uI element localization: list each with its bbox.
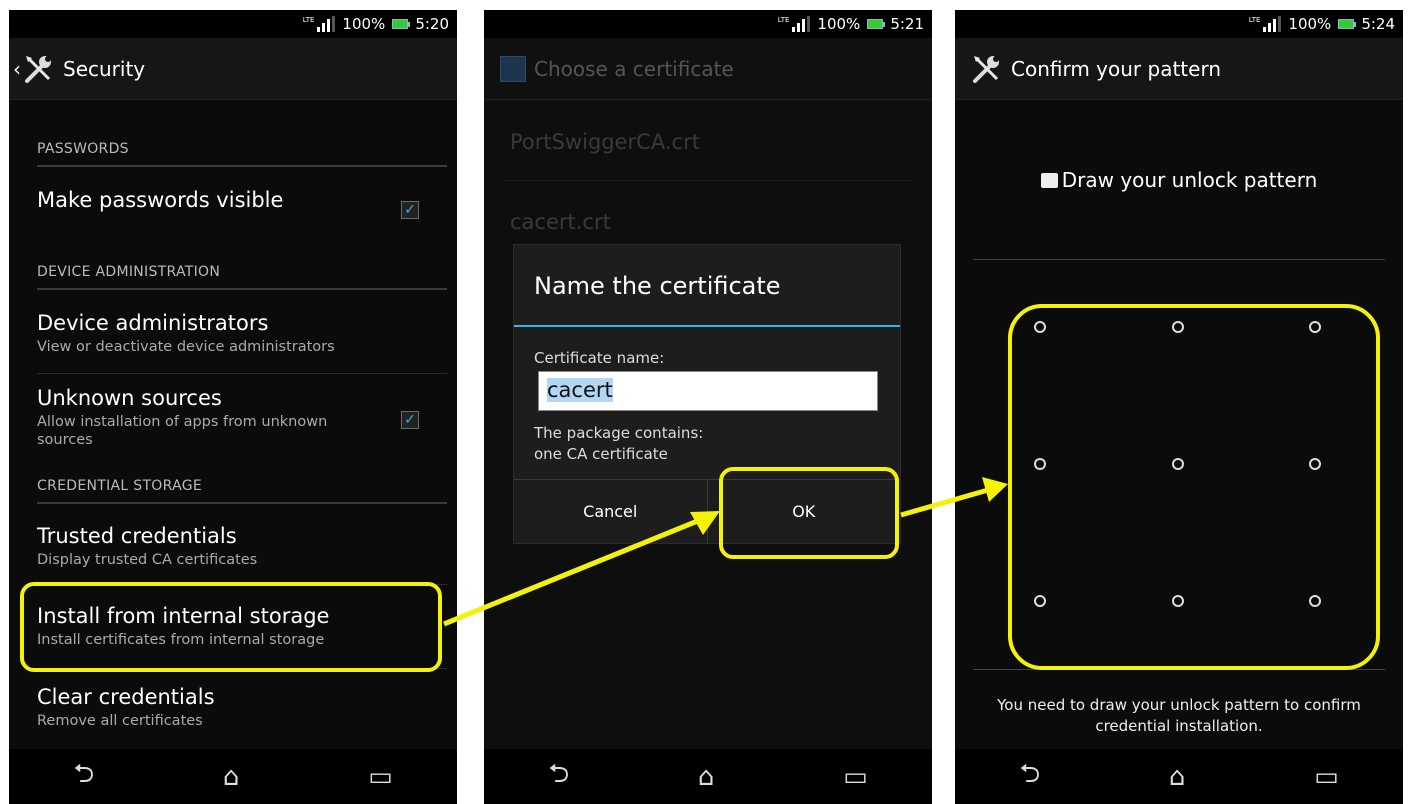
signal-icon: LTE — [778, 16, 811, 32]
recent-apps-icon[interactable]: ▭ — [843, 762, 868, 792]
battery-icon — [867, 19, 886, 29]
status-bar: LTE 100% 5:20 — [9, 10, 457, 38]
highlight-pattern-grid — [1008, 304, 1380, 670]
setting-title: Device administrators — [37, 311, 269, 335]
section-header-passwords: PASSWORDS — [37, 141, 447, 167]
back-icon[interactable]: ⮌ — [73, 755, 94, 799]
clock: 5:21 — [890, 15, 924, 33]
wrench-screwdriver-icon — [973, 55, 999, 83]
setting-subtitle: Remove all certificates — [37, 713, 203, 729]
recent-apps-icon[interactable]: ▭ — [368, 762, 393, 792]
dialog-title: Name the certificate — [514, 245, 900, 327]
highlight-install-from-internal-storage — [20, 582, 442, 672]
action-bar: Choose a certificate — [484, 38, 932, 100]
divider — [502, 180, 914, 181]
setting-title: Trusted credentials — [37, 524, 237, 548]
certificate-name-label: Certificate name: — [534, 349, 665, 367]
signal-icon: LTE — [1249, 16, 1282, 32]
navigation-bar: ⮌ ⌂ ▭ — [9, 749, 457, 804]
cancel-button[interactable]: Cancel — [514, 480, 707, 543]
signal-icon: LTE — [303, 16, 336, 32]
home-icon[interactable]: ⌂ — [698, 762, 715, 792]
action-bar: ‹ Security — [9, 38, 457, 100]
file-item-portswigger[interactable]: PortSwiggerCA.crt — [510, 130, 700, 154]
back-chevron-icon[interactable]: ‹ — [13, 57, 21, 81]
home-icon[interactable]: ⌂ — [223, 762, 240, 792]
pattern-instructions: You need to draw your unlock pattern to … — [997, 696, 1361, 735]
divider — [37, 373, 447, 374]
clock: 5:20 — [415, 15, 449, 33]
section-header-device-administration: DEVICE ADMINISTRATION — [37, 264, 447, 290]
setting-subtitle: View or deactivate device administrators — [37, 339, 335, 355]
prompt-text: Draw your unlock pattern — [1061, 168, 1318, 192]
setting-clear-credentials[interactable]: Clear credentials Remove all certificate… — [37, 685, 447, 730]
home-icon[interactable]: ⌂ — [1169, 762, 1186, 792]
certificate-name-input[interactable]: cacert — [538, 371, 878, 411]
certificate-name-value: cacert — [547, 378, 613, 402]
battery-percent: 100% — [817, 15, 861, 33]
choose-certificate-screen: LTE 100% 5:21 Choose a certificate PortS… — [484, 10, 932, 804]
setting-subtitle: Allow installation of apps from unknown … — [37, 414, 328, 448]
battery-percent: 100% — [342, 15, 386, 33]
highlight-ok-button — [719, 467, 899, 559]
message-line: The package contains: — [534, 424, 704, 442]
dialog-message: The package contains: one CA certificate — [534, 423, 703, 465]
navigation-bar: ⮌ ⌂ ▭ — [955, 749, 1403, 804]
message-line: one CA certificate — [534, 445, 668, 463]
setting-device-administrators[interactable]: Device administrators View or deactivate… — [37, 311, 447, 356]
setting-unknown-sources[interactable]: Unknown sources Allow installation of ap… — [37, 386, 349, 449]
divider — [973, 259, 1385, 260]
setting-title: Make passwords visible — [37, 188, 284, 212]
status-bar: LTE 100% 5:21 — [484, 10, 932, 38]
pattern-prompt: Draw your unlock pattern — [955, 168, 1403, 192]
setting-trusted-credentials[interactable]: Trusted credentials Display trusted CA c… — [37, 524, 447, 569]
lock-icon — [1040, 173, 1058, 188]
status-bar: LTE 100% 5:24 — [955, 10, 1403, 38]
file-item-cacert[interactable]: cacert.crt — [510, 210, 611, 234]
recent-apps-icon[interactable]: ▭ — [1314, 762, 1339, 792]
battery-icon — [1338, 19, 1357, 29]
page-title: Choose a certificate — [534, 56, 734, 81]
section-header-credential-storage: CREDENTIAL STORAGE — [37, 478, 447, 504]
unknown-sources-checkbox[interactable]: ✓ — [401, 411, 419, 429]
action-bar: Confirm your pattern — [955, 38, 1403, 100]
page-title: Security — [63, 56, 146, 81]
security-settings-screen: LTE 100% 5:20 ‹ Security PASSWORDS Make … — [9, 10, 457, 804]
setting-title: Unknown sources — [37, 386, 222, 410]
setting-title: Clear credentials — [37, 685, 215, 709]
file-manager-icon — [500, 55, 526, 82]
back-icon[interactable]: ⮌ — [1019, 755, 1040, 799]
battery-percent: 100% — [1288, 15, 1332, 33]
back-icon[interactable]: ⮌ — [548, 755, 569, 799]
setting-make-passwords-visible[interactable]: Make passwords visible — [37, 188, 447, 212]
page-title: Confirm your pattern — [1011, 56, 1221, 81]
battery-icon — [392, 19, 411, 29]
navigation-bar: ⮌ ⌂ ▭ — [484, 749, 932, 804]
wrench-screwdriver-icon — [25, 55, 51, 83]
make-passwords-visible-checkbox[interactable]: ✓ — [401, 201, 419, 219]
setting-subtitle: Display trusted CA certificates — [37, 552, 258, 568]
clock: 5:24 — [1361, 15, 1395, 33]
